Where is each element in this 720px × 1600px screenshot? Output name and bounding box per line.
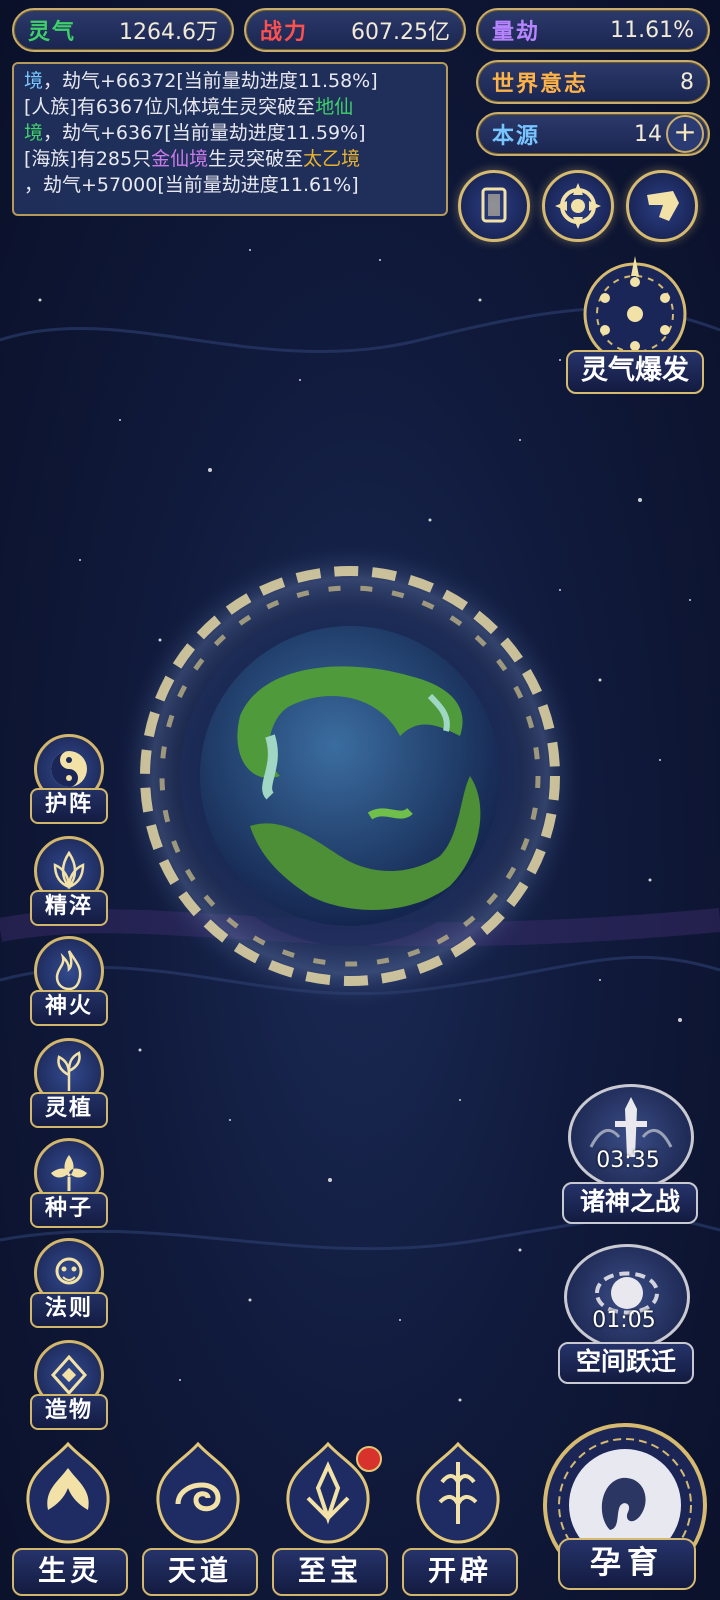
side-item-label: 造物 <box>30 1394 108 1430</box>
shijie-label: 世界意志 <box>492 72 589 97</box>
log-text: 境 <box>24 70 44 92</box>
nav-label: 开辟 <box>402 1548 518 1596</box>
side-item-label: 灵植 <box>30 1092 108 1128</box>
card-icon <box>481 187 507 223</box>
side-item-faze[interactable]: 法则 <box>24 1238 112 1330</box>
log-text: ，劫气+66372[当前量劫进度11.58%] <box>43 70 378 92</box>
shijie-value: 8 <box>680 69 694 95</box>
log-line: [海族]有285只金仙境生灵突破至太乙境 ，劫气+57000[当前量劫进度11.6… <box>24 146 436 198</box>
vortex-icon <box>555 183 601 229</box>
event-zhushen[interactable]: 03:35 诸神之战 <box>562 1084 698 1224</box>
phoenix-icon <box>26 1441 110 1544</box>
notification-badge <box>356 1446 382 1472</box>
nav-label: 至宝 <box>272 1548 388 1596</box>
nav-shengling[interactable]: 生灵 <box>8 1438 128 1598</box>
side-item-label: 精淬 <box>30 890 108 926</box>
liangjie-label: 量劫 <box>492 20 541 45</box>
nav-kaipi[interactable]: 开辟 <box>398 1438 518 1598</box>
side-item-label: 神火 <box>30 990 108 1026</box>
log-text: 太乙境 <box>303 148 361 170</box>
zhanli-label: 战力 <box>260 20 309 45</box>
event-label: 空间跃迁 <box>558 1342 694 1384</box>
log-text: ，劫气+6367[当前量劫进度11.59%] <box>43 122 366 144</box>
side-item-label: 护阵 <box>30 788 108 824</box>
zhanli-stat: 战力 607.25亿 <box>244 8 466 52</box>
nav-zhibao[interactable]: 至宝 <box>268 1438 388 1598</box>
lingqi-stat: 灵气 1264.6万 <box>12 8 234 52</box>
nav-tiandao[interactable]: 天道 <box>138 1438 258 1598</box>
liangjie-stat[interactable]: 量劫 11.61% <box>476 8 710 52</box>
side-item-label: 法则 <box>30 1292 108 1328</box>
side-item-zaowu[interactable]: 造物 <box>24 1340 112 1432</box>
nav-label: 生灵 <box>12 1548 128 1596</box>
benyuan-value: 14 <box>634 121 662 147</box>
side-item-label: 种子 <box>30 1192 108 1228</box>
log-text: ，劫气+57000[当前量劫进度11.61%] <box>24 174 359 196</box>
side-item-lingzhi[interactable]: 灵植 <box>24 1038 112 1130</box>
event-log[interactable]: 境，劫气+66372[当前量劫进度11.58%] [人族]有6367位凡体境生灵… <box>12 62 448 216</box>
vortex-button[interactable] <box>542 170 614 242</box>
yunyu-label: 孕育 <box>558 1538 696 1590</box>
liangjie-value: 11.61% <box>610 17 694 43</box>
log-text: [海族]有285只 <box>24 148 152 170</box>
axe-icon <box>416 1441 500 1544</box>
side-item-jingcui[interactable]: 精淬 <box>24 836 112 928</box>
burst-button[interactable]: 灵气爆发 <box>566 256 704 396</box>
nav-label: 天道 <box>142 1548 258 1596</box>
card-button[interactable] <box>458 170 530 242</box>
side-item-shenhuo[interactable]: 神火 <box>24 936 112 1028</box>
zhanli-value: 607.25亿 <box>351 20 450 45</box>
log-line: 境，劫气+66372[当前量劫进度11.58%] <box>24 68 436 94</box>
swirl-icon <box>156 1441 240 1544</box>
benyuan-stat[interactable]: 本源 14 + <box>476 112 710 156</box>
log-text: 生灵突破至 <box>208 148 304 170</box>
side-item-huzhen[interactable]: 护阵 <box>24 734 112 826</box>
sword-icon <box>568 1084 694 1190</box>
lingqi-label: 灵气 <box>28 20 77 45</box>
log-text: 地仙 <box>315 96 354 118</box>
event-label: 诸神之战 <box>562 1182 698 1224</box>
log-text: [人族]有6367位凡体境生灵突破至 <box>24 96 316 118</box>
log-text: 境 <box>24 122 44 144</box>
burst-label: 灵气爆发 <box>566 350 704 394</box>
scroll-button[interactable] <box>626 170 698 242</box>
event-countdown: 03:35 <box>596 1148 660 1173</box>
lingqi-value: 1264.6万 <box>119 20 218 45</box>
log-line: [人族]有6367位凡体境生灵突破至地仙境，劫气+6367[当前量劫进度11.5… <box>24 94 436 146</box>
scroll-icon <box>647 191 679 221</box>
log-text: 金仙境 <box>151 148 209 170</box>
benyuan-label: 本源 <box>492 124 541 149</box>
add-benyuan-button[interactable]: + <box>666 115 704 153</box>
yunyu-button[interactable]: 孕育 <box>540 1420 710 1596</box>
event-kongjian[interactable]: 01:05 空间跃迁 <box>558 1244 694 1384</box>
world-globe[interactable] <box>110 536 590 1016</box>
side-item-zhongzi[interactable]: 种子 <box>24 1138 112 1230</box>
shijie-stat[interactable]: 世界意志 8 <box>476 60 710 104</box>
event-countdown: 01:05 <box>592 1308 656 1333</box>
portal-icon <box>564 1244 690 1350</box>
